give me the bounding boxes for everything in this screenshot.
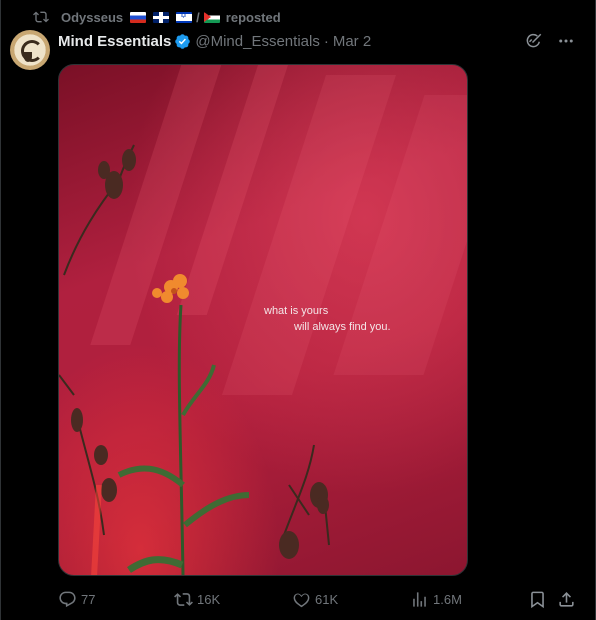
bookmark-icon [531, 591, 544, 608]
flag-separator: / [196, 9, 200, 25]
repost-icon [33, 11, 49, 23]
heart-icon [293, 593, 310, 607]
like-count: 61K [315, 591, 339, 607]
repost-context: Odysseus / reposted [33, 8, 281, 26]
header-actions [525, 32, 575, 50]
flower-plants [59, 144, 330, 575]
author-name[interactable]: Mind Essentials [58, 33, 171, 50]
flag-uk-icon [153, 11, 170, 23]
reply-count: 77 [81, 591, 96, 607]
action-bar: 77 16K 61K 1.6M [58, 588, 588, 610]
reply-button[interactable]: 77 [58, 590, 95, 609]
views-button[interactable]: 1.6M [410, 590, 462, 609]
quote-line-1: what is yours [264, 305, 329, 317]
verified-badge-icon[interactable] [174, 33, 191, 50]
tweet-header: Mind Essentials @Mind_Essentials · Mar 2 [58, 31, 371, 51]
repost-user-name[interactable]: Odysseus [61, 10, 123, 25]
bookmark-button[interactable] [528, 590, 547, 609]
share-icon [559, 591, 574, 607]
grok-icon[interactable] [525, 32, 543, 50]
share-button[interactable] [557, 590, 576, 609]
post-image[interactable]: what is yours will always find you. [58, 64, 468, 576]
more-icon[interactable] [557, 32, 575, 50]
repost-label: reposted [225, 9, 281, 25]
like-button[interactable]: 61K [292, 590, 338, 609]
repost-button[interactable]: 16K [174, 590, 220, 609]
header-dot: · [323, 32, 329, 50]
flag-palestine-icon [203, 11, 220, 23]
quote-line-2: will always find you. [294, 321, 391, 333]
flag-israel-icon [176, 11, 193, 23]
flag-russia-icon [130, 11, 147, 23]
repost-count: 16K [197, 591, 221, 607]
post-date[interactable]: Mar 2 [333, 33, 371, 50]
views-icon [413, 591, 426, 607]
repost-icon [174, 592, 193, 606]
author-avatar[interactable] [10, 30, 50, 70]
view-count: 1.6M [433, 591, 462, 607]
tweet-card[interactable]: Odysseus / reposted Mind Essentials @Min… [0, 0, 596, 620]
author-handle[interactable]: @Mind_Essentials [195, 33, 319, 50]
reply-icon [59, 591, 76, 607]
